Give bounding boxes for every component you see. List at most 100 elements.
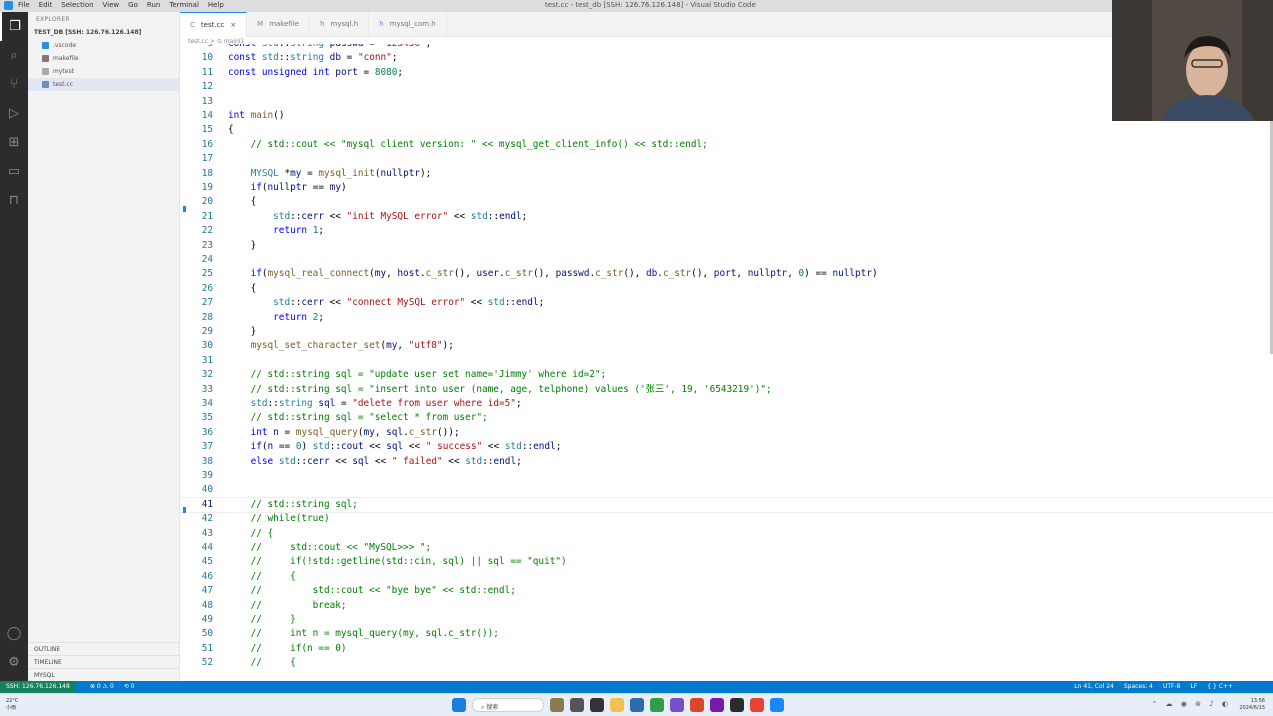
tab-makefile[interactable]: M makefile: [247, 12, 311, 37]
code-line[interactable]: 50 // int n = mysql_query(my, sql.c_str(…: [180, 627, 1273, 641]
widgets-icon[interactable]: [550, 698, 564, 712]
app-red-icon[interactable]: [690, 698, 704, 712]
terminal-icon[interactable]: [730, 698, 744, 712]
weather-widget[interactable]: 22°C 小雨: [6, 698, 18, 712]
menu-edit[interactable]: Edit: [39, 1, 53, 9]
code-line[interactable]: 42 // while(true): [180, 512, 1273, 526]
code-line[interactable]: 25 if(mysql_real_connect(my, host.c_str(…: [180, 267, 1273, 281]
code-line[interactable]: 24: [180, 253, 1273, 267]
code-line[interactable]: 48 // break;: [180, 599, 1273, 613]
code-line[interactable]: 21 std::cerr << "init MySQL error" << st…: [180, 210, 1273, 224]
timeline-section[interactable]: TIMELINE: [28, 655, 180, 668]
code-line[interactable]: 29 }: [180, 325, 1273, 339]
menu-go[interactable]: Go: [128, 1, 138, 9]
close-icon[interactable]: ×: [230, 21, 236, 29]
code-line[interactable]: 39: [180, 469, 1273, 483]
windows-start-icon[interactable]: [452, 698, 466, 712]
vscode-taskbar-icon[interactable]: [770, 698, 784, 712]
visual-studio-icon[interactable]: [670, 698, 684, 712]
cursor-position[interactable]: Ln 41, Col 24: [1074, 683, 1114, 690]
account-icon[interactable]: ◯: [0, 619, 28, 648]
clock[interactable]: 13:56 2024/6/15: [1239, 698, 1265, 712]
code-line[interactable]: 31: [180, 354, 1273, 368]
language-mode[interactable]: { } C++: [1207, 683, 1233, 690]
file-explorer-icon[interactable]: [610, 698, 624, 712]
code-line[interactable]: 47 // std::cout << "bye bye" << std::end…: [180, 584, 1273, 598]
code-line[interactable]: 23 }: [180, 239, 1273, 253]
outline-section[interactable]: OUTLINE: [28, 642, 180, 655]
code-line[interactable]: 22 return 1;: [180, 224, 1273, 238]
tab-mysql-h[interactable]: h mysql.h: [310, 12, 370, 37]
code-line[interactable]: 52 // {: [180, 656, 1273, 670]
menu-run[interactable]: Run: [147, 1, 160, 9]
problems-indicator[interactable]: ⊗ 0 ⚠ 0 ⟲ 0: [90, 683, 134, 690]
menu-help[interactable]: Help: [208, 1, 224, 9]
code-line[interactable]: 15 {: [180, 123, 1273, 137]
code-line[interactable]: 16 // std::cout << "mysql client version…: [180, 138, 1273, 152]
tree-item-makefile[interactable]: makefile: [28, 52, 179, 65]
search-icon[interactable]: ⌕: [0, 41, 28, 70]
mysql-section[interactable]: MYSQL: [28, 668, 180, 681]
menu-terminal[interactable]: Terminal: [169, 1, 199, 9]
menu-file[interactable]: File: [18, 1, 30, 9]
code-line[interactable]: 35 // std::string sql = "select * from u…: [180, 411, 1273, 425]
menu-selection[interactable]: Selection: [61, 1, 93, 9]
bookmark-icon[interactable]: ⊓: [0, 186, 28, 215]
system-tray[interactable]: ⌃ ☁ ◉ ⊛ ♪ ◐: [1151, 700, 1231, 708]
task-view-icon[interactable]: [570, 698, 584, 712]
code-editor[interactable]: 9const std::string passwd = "123456";10c…: [180, 44, 1273, 681]
code-line[interactable]: 19 if(nullptr == my): [180, 181, 1273, 195]
taskbar-search[interactable]: ⌕ 搜索: [472, 698, 544, 712]
code-line[interactable]: 12: [180, 80, 1273, 94]
source-control-icon[interactable]: ⑂: [0, 70, 28, 99]
code-line[interactable]: 36 int n = mysql_query(my, sql.c_str());: [180, 426, 1273, 440]
code-line[interactable]: 10 const std::string db = "conn";: [180, 51, 1273, 65]
code-line[interactable]: 49 // }: [180, 613, 1273, 627]
code-line[interactable]: 34 std::string sql = "delete from user w…: [180, 397, 1273, 411]
line-number: 23: [201, 239, 213, 251]
menu-view[interactable]: View: [103, 1, 120, 9]
manage-gear-icon[interactable]: ⚙: [0, 648, 28, 677]
code-line[interactable]: 20 {: [180, 195, 1273, 209]
line-ending[interactable]: LF: [1191, 683, 1198, 690]
tab-mysql-com-h[interactable]: h mysql_com.h: [369, 12, 447, 37]
code-line[interactable]: 45 // if(!std::getline(std::cin, sql) ||…: [180, 555, 1273, 569]
app-green-icon[interactable]: [650, 698, 664, 712]
code-line[interactable]: 17: [180, 152, 1273, 166]
code-line[interactable]: 11 const unsigned int port = 8080;: [180, 66, 1273, 80]
chrome-icon[interactable]: [750, 698, 764, 712]
run-debug-icon[interactable]: ▷: [0, 99, 28, 128]
code-line[interactable]: 33 // std::string sql = "insert into use…: [180, 383, 1273, 397]
typora-icon[interactable]: [590, 698, 604, 712]
code-line[interactable]: 37 if(n == 0) std::cout << sql << " succ…: [180, 440, 1273, 454]
code-line[interactable]: 9 const std::string passwd = "123456";: [180, 44, 1273, 51]
code-line[interactable]: 46 // {: [180, 570, 1273, 584]
code-line[interactable]: 38 else std::cerr << sql << " failed" <<…: [180, 455, 1273, 469]
code-line[interactable]: 51 // if(n == 0): [180, 642, 1273, 656]
code-line[interactable]: 43 // {: [180, 527, 1273, 541]
extensions-icon[interactable]: ⊞: [0, 128, 28, 157]
code-line[interactable]: 13: [180, 95, 1273, 109]
code-line[interactable]: 27 std::cerr << "connect MySQL error" <<…: [180, 296, 1273, 310]
code-line[interactable]: 14 int main(): [180, 109, 1273, 123]
remote-explorer-icon[interactable]: ▭: [0, 157, 28, 186]
remote-indicator[interactable]: SSH: 126.76.126.148: [0, 681, 76, 693]
code-line[interactable]: 26 {: [180, 282, 1273, 296]
explorer-icon[interactable]: ❐: [0, 12, 28, 41]
code-line[interactable]: 40: [180, 483, 1273, 497]
code-line[interactable]: 30 mysql_set_character_set(my, "utf8");: [180, 339, 1273, 353]
app-blue-icon[interactable]: [630, 698, 644, 712]
code-line[interactable]: 18 MYSQL *my = mysql_init(nullptr);: [180, 167, 1273, 181]
code-line[interactable]: 32 // std::string sql = "update user set…: [180, 368, 1273, 382]
code-line[interactable]: 44 // std::cout << "MySQL>>> ";: [180, 541, 1273, 555]
onenote-icon[interactable]: [710, 698, 724, 712]
code-line[interactable]: 41 // std::string sql;: [180, 496, 1273, 514]
tree-item-vscode[interactable]: .vscode: [28, 39, 179, 52]
indentation[interactable]: Spaces: 4: [1124, 683, 1153, 690]
workspace-root[interactable]: TEST_DB [SSH: 126.76.126.148]: [28, 26, 179, 39]
tree-item-mytest[interactable]: mytest: [28, 65, 179, 78]
encoding[interactable]: UTF-8: [1163, 683, 1181, 690]
code-line[interactable]: 28 return 2;: [180, 311, 1273, 325]
tab-test-cc[interactable]: C test.cc ×: [180, 12, 248, 37]
tree-item-test-cc[interactable]: test.cc: [28, 78, 179, 91]
